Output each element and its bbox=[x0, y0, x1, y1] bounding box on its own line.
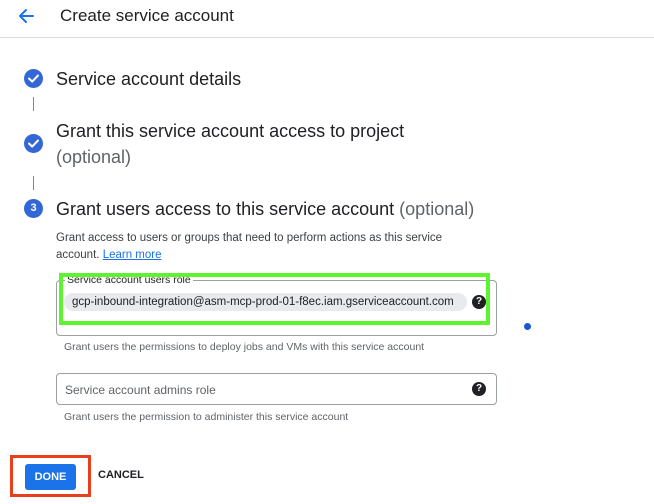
step-2-optional: (optional) bbox=[56, 147, 132, 167]
arrow-left-icon bbox=[19, 9, 34, 23]
step-2-check-icon bbox=[24, 134, 43, 153]
learn-more-link[interactable]: Learn more bbox=[103, 249, 162, 261]
service-account-users-role-field[interactable]: Service account users role gcp-inbound-i… bbox=[56, 274, 497, 336]
page-header: Create service account bbox=[0, 0, 654, 38]
users-role-label: Service account users role bbox=[65, 274, 193, 286]
help-icon[interactable]: ? bbox=[472, 295, 486, 309]
done-button-highlight: DONE bbox=[10, 455, 91, 497]
back-button[interactable] bbox=[14, 4, 40, 28]
users-role-chip[interactable]: gcp-inbound-integration@asm-mcp-prod-01-… bbox=[64, 293, 467, 311]
help-icon[interactable]: ? bbox=[472, 382, 486, 396]
page-title: Create service account bbox=[60, 6, 234, 25]
admins-role-placeholder: Service account admins role bbox=[65, 383, 216, 397]
users-role-hint: Grant users the permissions to deploy jo… bbox=[64, 341, 425, 353]
service-account-admins-role-field[interactable]: Service account admins role ? bbox=[56, 373, 497, 405]
step-3-title-row: Grant users access to this service accou… bbox=[56, 199, 474, 220]
done-button[interactable]: DONE bbox=[25, 464, 76, 490]
step-3-number-icon: 3 bbox=[24, 199, 43, 218]
step-2-title[interactable]: Grant this service account access to pro… bbox=[56, 121, 404, 142]
admins-role-hint: Grant users the permission to administer… bbox=[64, 411, 349, 423]
step-1-check-icon bbox=[24, 69, 43, 88]
step-connector bbox=[33, 97, 34, 111]
step-3-optional: (optional) bbox=[399, 199, 475, 219]
step-3-title: Grant users access to this service accou… bbox=[56, 199, 395, 219]
cancel-button[interactable]: CANCEL bbox=[98, 469, 144, 481]
step-3-number: 3 bbox=[30, 202, 37, 214]
step-connector bbox=[33, 176, 34, 190]
step-1-title[interactable]: Service account details bbox=[56, 69, 241, 90]
step-3-description: Grant access to users or groups that nee… bbox=[56, 230, 486, 264]
cursor-dot bbox=[524, 323, 531, 330]
